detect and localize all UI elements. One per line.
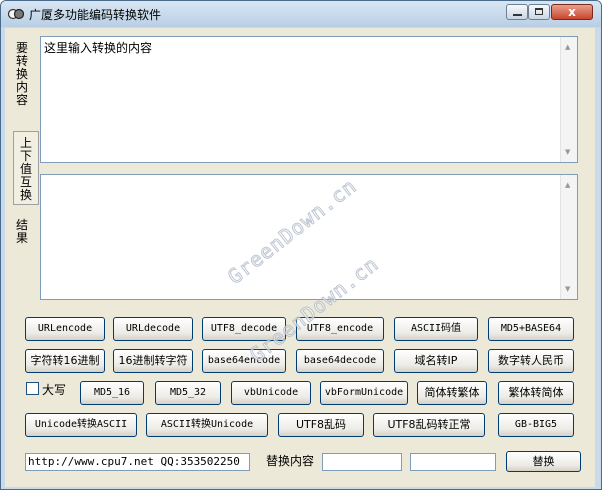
- base64-decode-button[interactable]: base64decode: [296, 349, 384, 373]
- char-to-hex-button[interactable]: 字符转16进制: [25, 349, 105, 373]
- vbformunicode-button[interactable]: vbFormUnicode: [320, 381, 408, 405]
- find-field[interactable]: [322, 453, 402, 471]
- traditional-to-simplified-button[interactable]: 繁体转简体: [498, 381, 574, 405]
- scroll-up-icon[interactable]: ▲: [565, 43, 570, 51]
- utf8-garbled-button[interactable]: UTF8乱码: [278, 413, 364, 437]
- maximize-icon: [535, 8, 543, 15]
- input-textarea[interactable]: 这里输入转换的内容 ▲ ▼: [40, 36, 578, 163]
- uppercase-label[interactable]: 大写: [42, 381, 66, 398]
- md5-16-button[interactable]: MD5_16: [80, 381, 144, 405]
- urldecode-button[interactable]: URLdecode: [113, 317, 193, 341]
- close-icon: x: [568, 5, 576, 19]
- ascii-to-unicode-button[interactable]: ASCII转换Unicode: [146, 413, 268, 437]
- urlencode-button[interactable]: URLencode: [25, 317, 105, 341]
- replace-field[interactable]: [410, 453, 496, 471]
- replace-label: 替换内容: [266, 454, 315, 468]
- result-scrollbar[interactable]: ▲ ▼: [560, 175, 577, 299]
- uppercase-checkbox[interactable]: [26, 382, 39, 395]
- minimize-icon: [513, 14, 522, 16]
- swap-button[interactable]: 上下值互换: [13, 131, 39, 205]
- replace-button[interactable]: 替换: [506, 451, 581, 472]
- hex-to-char-button[interactable]: 16进制转字符: [113, 349, 193, 373]
- ascii-value-button[interactable]: ASCII码值: [394, 317, 478, 341]
- maximize-button[interactable]: [528, 4, 550, 20]
- input-label: 要转换内容: [16, 41, 29, 107]
- input-scrollbar[interactable]: ▲ ▼: [560, 37, 577, 162]
- vbunicode-button[interactable]: vbUnicode: [231, 381, 311, 405]
- swap-button-label: 上下值互换: [20, 136, 33, 202]
- scroll-down-icon[interactable]: ▼: [565, 285, 570, 293]
- title-bar[interactable]: 广厦多功能编码转换软件 x: [1, 1, 601, 27]
- md5-32-button[interactable]: MD5_32: [155, 381, 221, 405]
- result-textarea[interactable]: ▲ ▼: [40, 174, 578, 300]
- scroll-up-icon[interactable]: ▲: [565, 181, 570, 189]
- utf8-garbled-fix-button[interactable]: UTF8乱码转正常: [373, 413, 485, 437]
- md5-base64-button[interactable]: MD5+BASE64: [488, 317, 574, 341]
- app-window: 广厦多功能编码转换软件 x 要转换内容 这里输入转换的内容 ▲ ▼ 上下值互换 …: [0, 0, 602, 490]
- app-icon: [8, 8, 24, 20]
- gb-big5-button[interactable]: GB-BIG5: [498, 413, 574, 437]
- window-title: 广厦多功能编码转换软件: [29, 8, 162, 22]
- minimize-button[interactable]: [506, 4, 528, 20]
- scroll-down-icon[interactable]: ▼: [565, 148, 570, 156]
- simplified-to-traditional-button[interactable]: 简体转繁体: [417, 381, 487, 405]
- result-label: 结果: [16, 218, 29, 245]
- domain-to-ip-button[interactable]: 域名转IP: [394, 349, 478, 373]
- client-area: 要转换内容 这里输入转换的内容 ▲ ▼ 上下值互换 结果 ▲ ▼ URLenco…: [5, 28, 595, 487]
- number-to-rmb-button[interactable]: 数字转人民币: [488, 349, 574, 373]
- input-text[interactable]: 这里输入转换的内容: [44, 39, 152, 56]
- unicode-to-ascii-button[interactable]: Unicode转换ASCII: [25, 413, 137, 437]
- url-field[interactable]: http://www.cpu7.net QQ:353502250: [25, 453, 250, 471]
- close-button[interactable]: x: [551, 4, 593, 20]
